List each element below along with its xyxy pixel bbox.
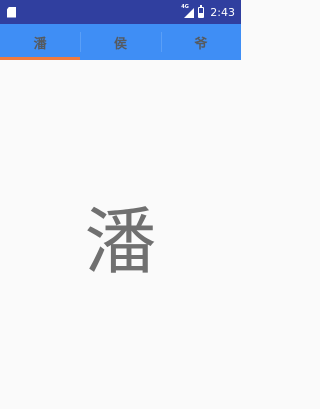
signal-icon: 4G [181,4,195,18]
tab-hou[interactable]: 侯 [80,24,160,60]
page-character: 潘 [84,200,157,284]
page-content: 潘 [0,60,241,409]
tab-ye[interactable]: 爷 [160,24,241,60]
battery-icon [198,4,205,18]
sd-card-icon [7,6,16,18]
tab-bar: 潘 侯 爷 [0,24,241,60]
tab-pan[interactable]: 潘 [0,24,80,60]
status-clock: 2:43 [210,5,235,19]
status-bar: 4G 2:43 [0,0,241,24]
